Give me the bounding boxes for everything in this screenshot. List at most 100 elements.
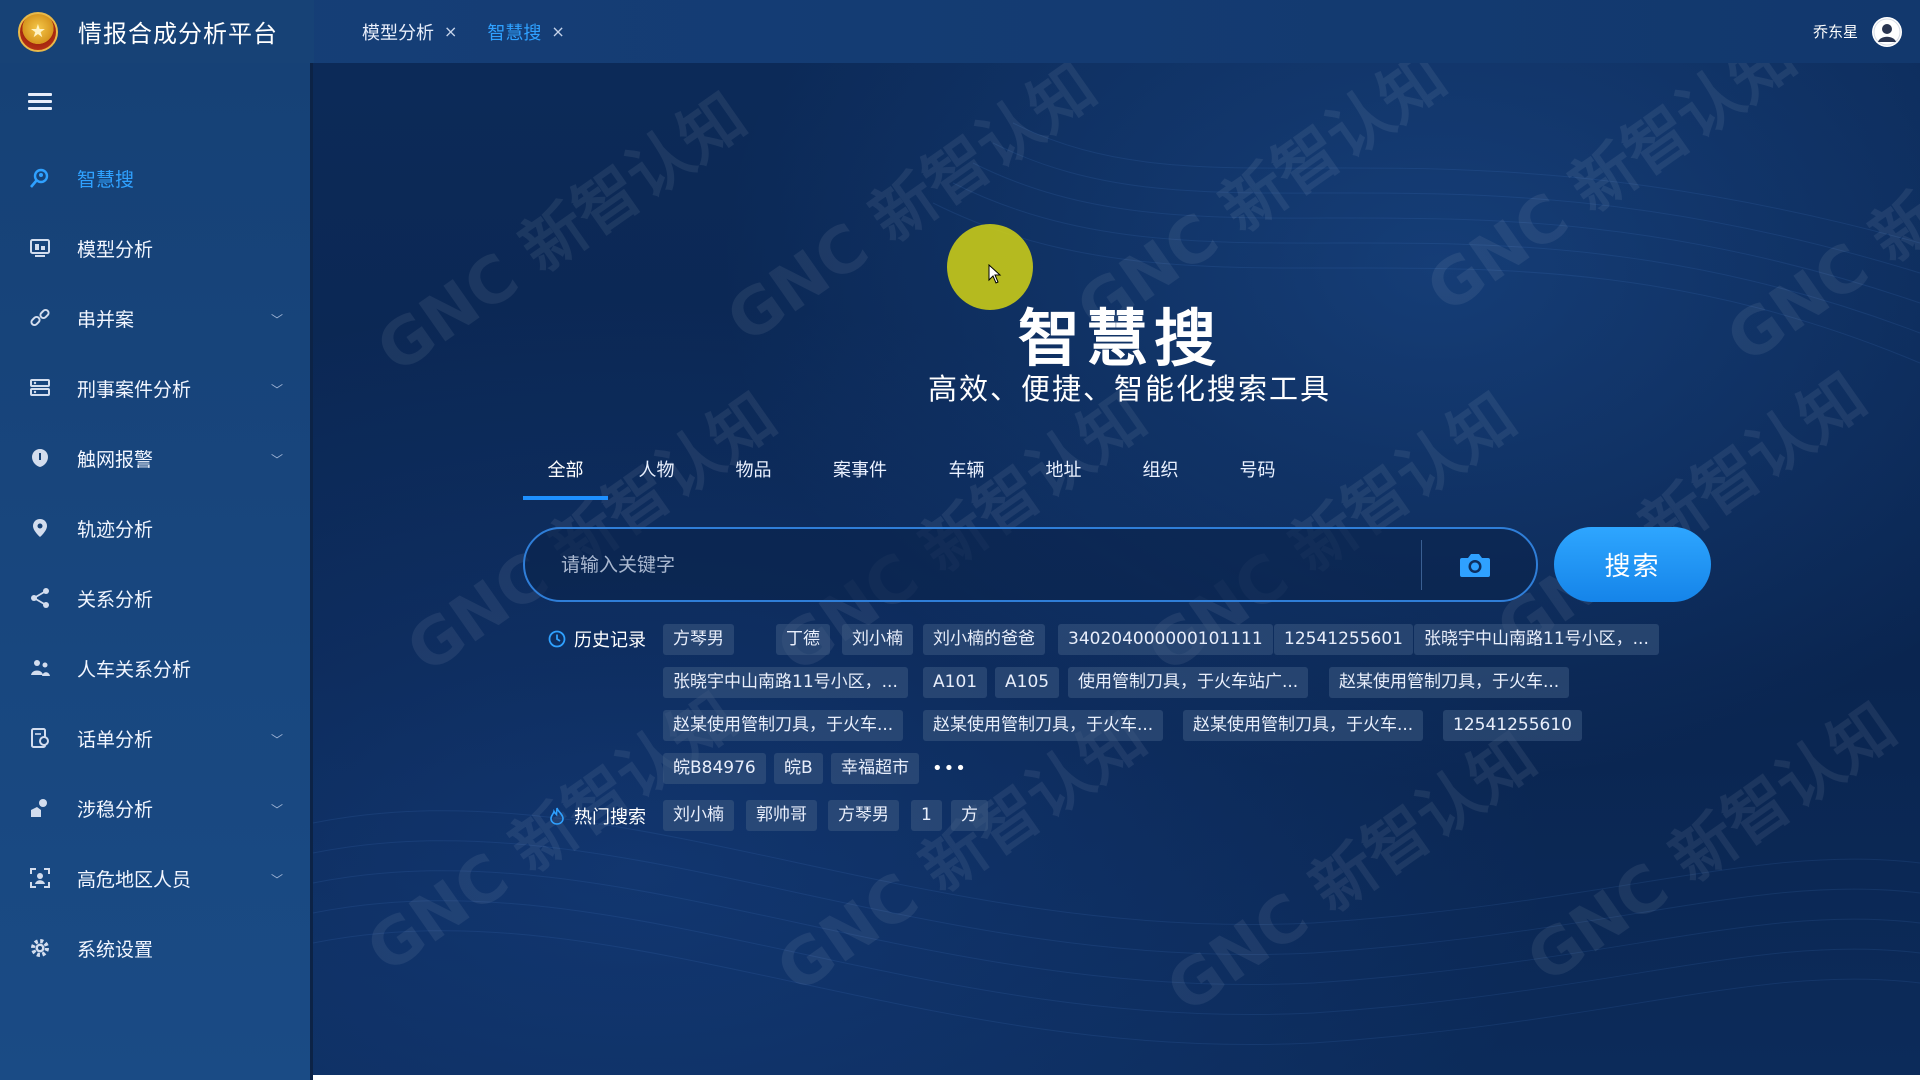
stability-icon [28, 796, 52, 820]
sidebar-item-relation-analysis[interactable]: 关系分析 [0, 563, 313, 633]
sidebar-item-model-analysis[interactable]: 模型分析 [0, 213, 313, 283]
hot-search-chip[interactable]: 1 [911, 800, 942, 831]
sidebar-item-stability-analysis[interactable]: 涉稳分析 ﹀ [0, 773, 313, 843]
camera-icon[interactable] [1458, 550, 1492, 580]
chevron-down-icon[interactable]: ﹀ [271, 731, 283, 748]
tab-label: 模型分析 [362, 22, 434, 44]
history-chip[interactable]: 张晓宇中山南路11号小区，... [1414, 624, 1659, 655]
history-chip[interactable]: A101 [923, 667, 988, 698]
tab-organization[interactable]: 组织 [1112, 450, 1209, 500]
user-area[interactable]: 乔东星 [1813, 0, 1902, 63]
police-emblem-logo: ★ [18, 11, 58, 52]
search-category-tabs: 全部 人物 物品 案事件 车辆 地址 组织 号码 [523, 450, 1306, 500]
hot-search-chip[interactable]: 郭帅哥 [746, 800, 817, 831]
database-icon [28, 376, 52, 400]
sidebar-item-smart-search[interactable]: 智慧搜 [0, 143, 313, 213]
sidebar-item-label: 刑事案件分析 [77, 378, 192, 401]
page-title: 智慧搜 [1018, 302, 1223, 375]
sidebar-item-label: 智慧搜 [77, 168, 135, 191]
history-chip[interactable]: 赵某使用管制刀具，于火车... [1329, 667, 1570, 698]
alarm-icon [28, 446, 52, 470]
hamburger-menu-icon[interactable] [28, 93, 52, 113]
history-chip[interactable]: 张晓宇中山南路11号小区，... [663, 667, 908, 698]
search-input[interactable] [561, 544, 1421, 585]
sidebar-item-label: 触网报警 [77, 448, 154, 471]
top-bar: ★ 情报合成分析平台 模型分析 × 智慧搜 × 乔东星 [0, 0, 1920, 63]
close-icon[interactable]: × [444, 22, 457, 41]
monitor-icon [28, 236, 52, 260]
flame-icon [550, 807, 564, 825]
history-chip[interactable]: A105 [995, 667, 1060, 698]
more-history-button[interactable]: ••• [932, 758, 967, 779]
tab-vehicle[interactable]: 车辆 [918, 450, 1015, 500]
bottom-border [313, 1075, 1920, 1080]
brand: ★ 情报合成分析平台 [0, 0, 314, 63]
sidebar-item-label: 关系分析 [77, 588, 154, 611]
sidebar-item-label: 人车关系分析 [77, 658, 192, 681]
tab-person[interactable]: 人物 [608, 450, 705, 500]
sidebar: 智慧搜 模型分析 串并案 ﹀ 刑事案件分析 ﹀ 触网报警 ﹀ 轨迹分析 关系分析… [0, 63, 313, 1080]
history-chip[interactable]: 丁德 [776, 624, 830, 655]
history-chip[interactable]: 赵某使用管制刀具，于火车... [1183, 710, 1424, 741]
hot-search-chip[interactable]: 方 [951, 800, 988, 831]
hot-search-chip[interactable]: 刘小楠 [663, 800, 734, 831]
link-icon [28, 306, 52, 330]
sidebar-item-label: 模型分析 [77, 238, 154, 261]
history-chip[interactable]: 340204000000101111 [1058, 624, 1273, 655]
history-chip[interactable]: 使用管制刀具，于火车站广... [1068, 667, 1309, 698]
sidebar-item-label: 串并案 [77, 308, 135, 331]
chevron-down-icon[interactable]: ﹀ [271, 801, 283, 818]
history-chip[interactable]: 刘小楠的爸爸 [923, 624, 1045, 655]
chevron-down-icon[interactable]: ﹀ [271, 871, 283, 888]
tab-model-analysis[interactable]: 模型分析 × [362, 19, 457, 45]
search-bar [523, 527, 1538, 602]
mouse-cursor-icon [988, 264, 1002, 284]
location-icon [28, 516, 52, 540]
search-divider [1421, 539, 1422, 590]
tab-smart-search[interactable]: 智慧搜 × [487, 19, 564, 45]
history-chip[interactable]: 赵某使用管制刀具，于火车... [923, 710, 1164, 741]
page-subtitle: 高效、便捷、智能化搜索工具 [928, 372, 1332, 406]
sidebar-item-trajectory-analysis[interactable]: 轨迹分析 [0, 493, 313, 563]
history-chip[interactable]: 皖B84976 [663, 753, 766, 784]
sidebar-item-label: 轨迹分析 [77, 518, 154, 541]
tab-item[interactable]: 物品 [705, 450, 802, 500]
history-chip[interactable]: 赵某使用管制刀具，于火车... [663, 710, 904, 741]
history-chip[interactable]: 刘小楠 [842, 624, 913, 655]
hot-search-section-label: 热门搜索 [548, 803, 646, 829]
chevron-down-icon[interactable]: ﹀ [271, 311, 283, 328]
clock-icon [548, 630, 566, 648]
hot-search-chip[interactable]: 方琴男 [828, 800, 899, 831]
sidebar-item-people-car-relation[interactable]: 人车关系分析 [0, 633, 313, 703]
sidebar-item-call-record-analysis[interactable]: 话单分析 ﹀ [0, 703, 313, 773]
sidebar-item-label: 高危地区人员 [77, 868, 192, 891]
sidebar-item-criminal-case-analysis[interactable]: 刑事案件分析 ﹀ [0, 353, 313, 423]
sidebar-item-serial-cases[interactable]: 串并案 ﹀ [0, 283, 313, 353]
user-name: 乔东星 [1812, 23, 1858, 41]
tab-strip: 模型分析 × 智慧搜 × [362, 0, 595, 63]
sidebar-menu: 智慧搜 模型分析 串并案 ﹀ 刑事案件分析 ﹀ 触网报警 ﹀ 轨迹分析 关系分析… [0, 143, 313, 983]
history-chip[interactable]: 幸福超市 [831, 753, 919, 784]
sidebar-item-label: 话单分析 [77, 728, 154, 751]
search-people-icon [28, 166, 52, 190]
sidebar-item-high-risk-area-people[interactable]: 高危地区人员 ﹀ [0, 843, 313, 913]
tab-case[interactable]: 案事件 [802, 450, 918, 500]
tab-number[interactable]: 号码 [1209, 450, 1306, 500]
chevron-down-icon[interactable]: ﹀ [271, 451, 283, 468]
tab-all[interactable]: 全部 [523, 450, 608, 500]
person-scan-icon [28, 866, 52, 890]
close-icon[interactable]: × [551, 22, 564, 41]
chevron-down-icon[interactable]: ﹀ [271, 381, 283, 398]
sidebar-item-system-settings[interactable]: 系统设置 [0, 913, 313, 983]
tab-address[interactable]: 地址 [1015, 450, 1112, 500]
history-label-text: 历史记录 [574, 630, 646, 651]
avatar[interactable] [1872, 16, 1902, 47]
history-chip[interactable]: 12541255601 [1274, 624, 1413, 655]
hot-search-label-text: 热门搜索 [574, 807, 646, 828]
phone-record-icon [28, 726, 52, 750]
search-button[interactable]: 搜索 [1554, 527, 1711, 602]
history-chip[interactable]: 12541255610 [1443, 710, 1582, 741]
history-chip[interactable]: 皖B [774, 753, 823, 784]
history-chip[interactable]: 方琴男 [663, 624, 734, 655]
sidebar-item-network-alarm[interactable]: 触网报警 ﹀ [0, 423, 313, 493]
